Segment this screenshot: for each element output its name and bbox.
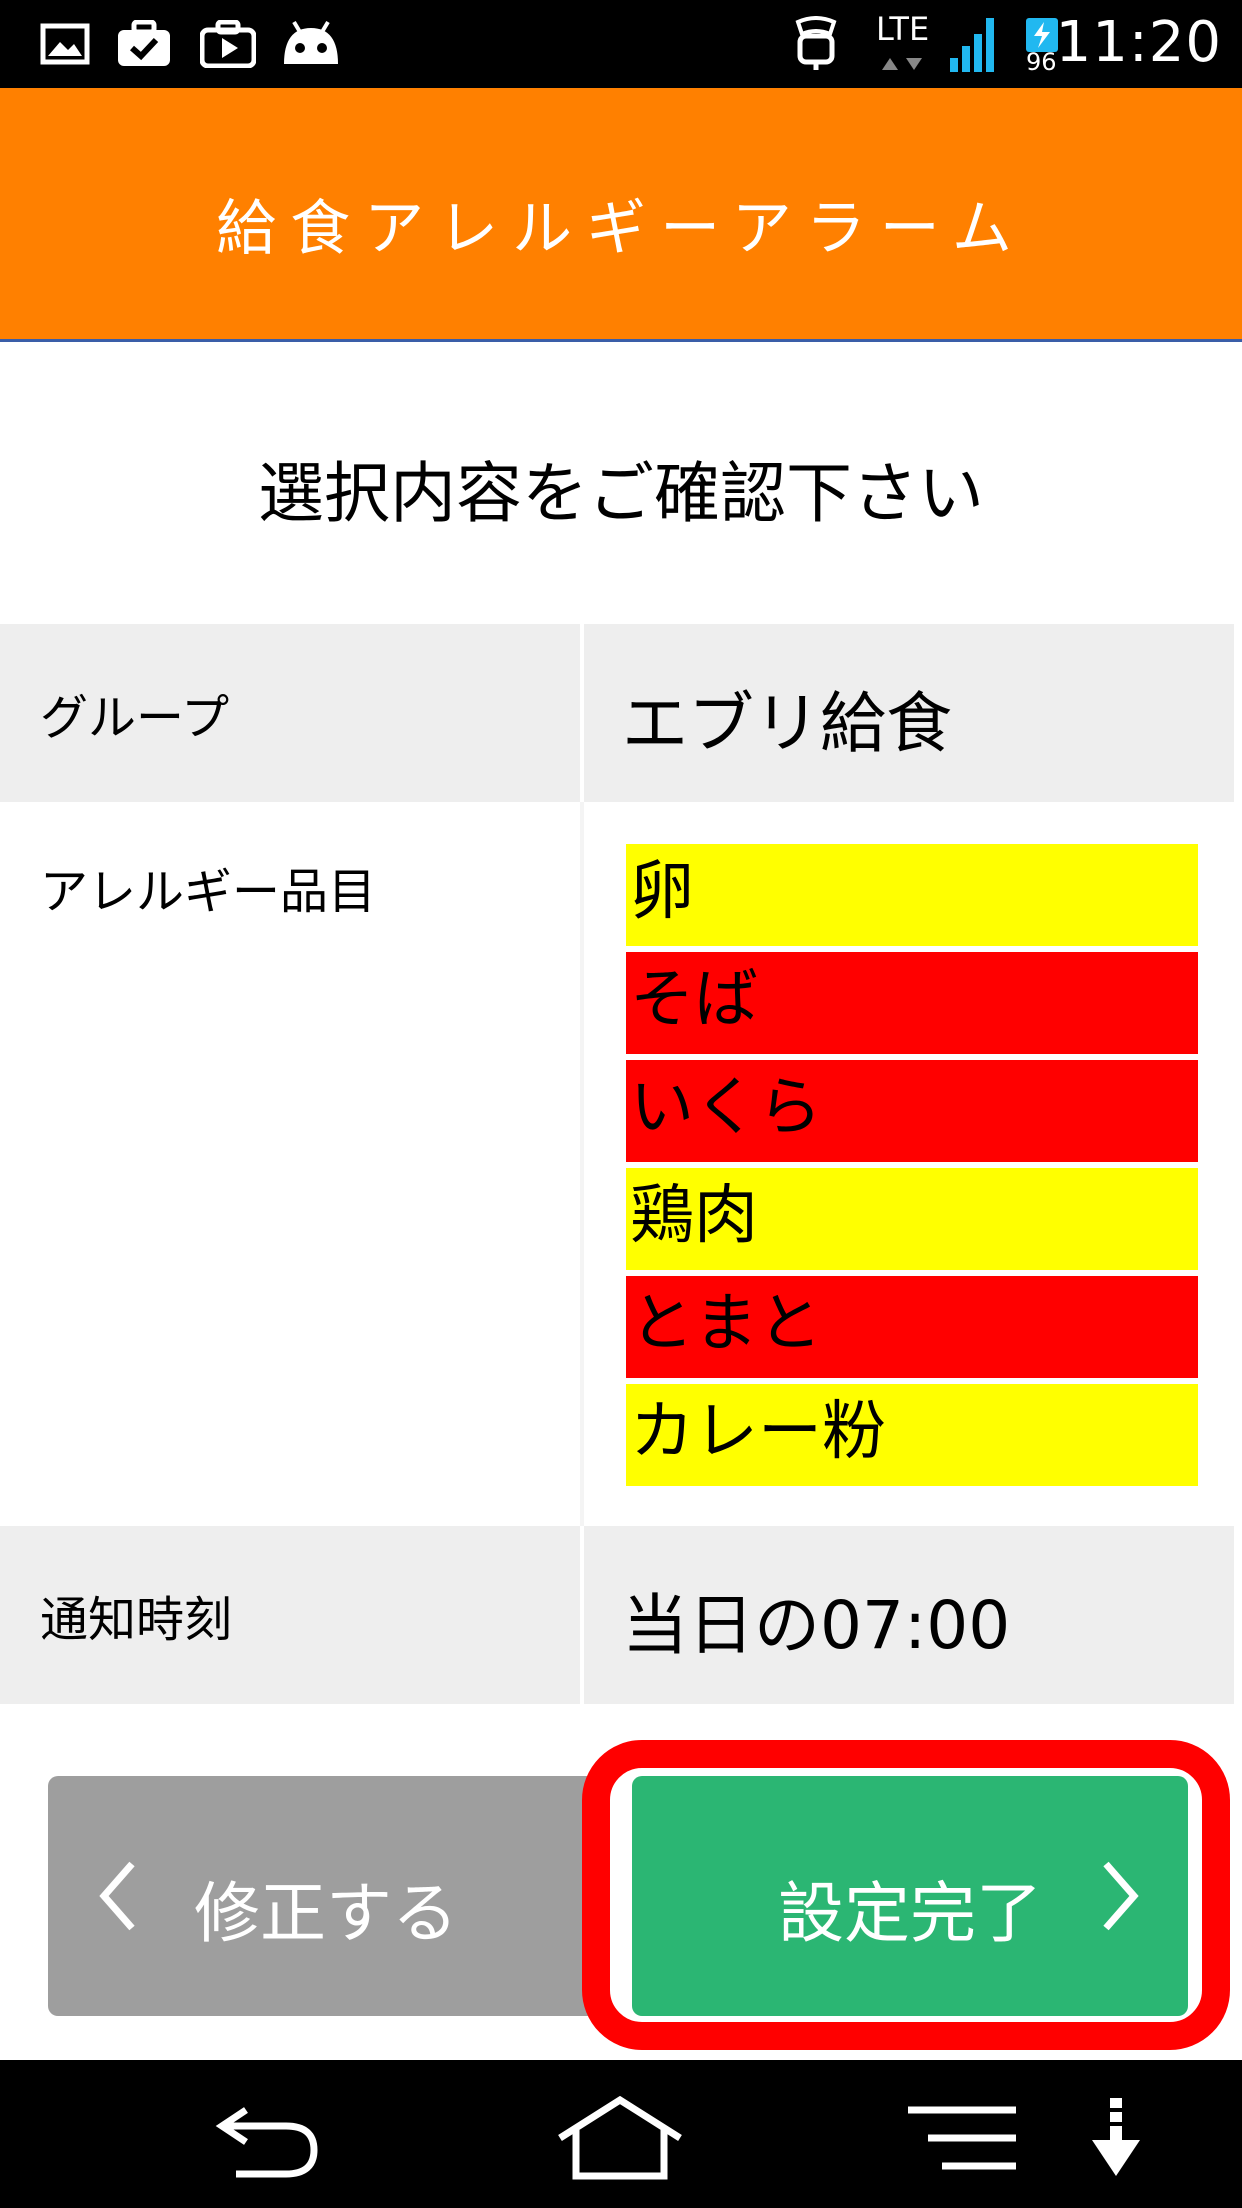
- allergen-item: 鶏肉: [626, 1168, 1198, 1270]
- navigation-bar: [0, 2060, 1242, 2208]
- group-label: グループ: [40, 690, 230, 746]
- group-row: グループ エブリ給食: [0, 624, 1234, 802]
- signal-icon: [950, 18, 994, 72]
- home-icon[interactable]: [554, 2096, 686, 2180]
- briefcase-play-icon: [200, 20, 256, 68]
- app-header: 給食アレルギーアラーム: [0, 88, 1242, 342]
- battery-level: 96: [1026, 48, 1057, 76]
- allergen-label: アレルギー品目: [40, 864, 377, 920]
- app-title: 給食アレルギーアラーム: [216, 194, 1026, 264]
- notify-label: 通知時刻: [40, 1592, 233, 1648]
- notify-value-cell: 当日の07:00: [584, 1526, 1234, 1704]
- highlight-annotation: [582, 1740, 1230, 2050]
- allergen-item: 卵: [626, 844, 1198, 946]
- android-icon: [284, 20, 338, 64]
- group-value-cell: エブリ給食: [584, 624, 1234, 802]
- notify-row: 通知時刻 当日の07:00: [0, 1526, 1234, 1704]
- clock: 11:20: [1055, 10, 1222, 75]
- group-value: エブリ給食: [622, 685, 952, 762]
- alarm-icon: [795, 16, 837, 70]
- download-icon[interactable]: [1088, 2096, 1144, 2180]
- allergen-item: そば: [626, 952, 1198, 1054]
- notify-label-cell: 通知時刻: [0, 1526, 580, 1704]
- status-bar: LTE 96 11:20: [0, 0, 1242, 88]
- notify-value: 当日の07:00: [622, 1587, 1011, 1664]
- column-divider: [580, 802, 584, 1526]
- allergen-item: カレー粉: [626, 1384, 1198, 1486]
- chevron-left-icon: [99, 1861, 135, 1931]
- network-type: LTE: [876, 10, 930, 48]
- allergen-item: いくら: [626, 1060, 1198, 1162]
- group-label-cell: グループ: [0, 624, 580, 802]
- menu-icon[interactable]: [906, 2096, 1018, 2180]
- allergen-item: とまと: [626, 1276, 1198, 1378]
- image-icon: [40, 23, 90, 65]
- edit-button[interactable]: 修正する: [48, 1776, 600, 2016]
- back-icon[interactable]: [206, 2096, 326, 2180]
- briefcase-check-icon: [118, 20, 170, 66]
- data-arrows-icon: [882, 58, 922, 70]
- confirmation-prompt: 選択内容をご確認下さい: [258, 455, 984, 532]
- edit-button-label: 修正する: [194, 1875, 458, 1952]
